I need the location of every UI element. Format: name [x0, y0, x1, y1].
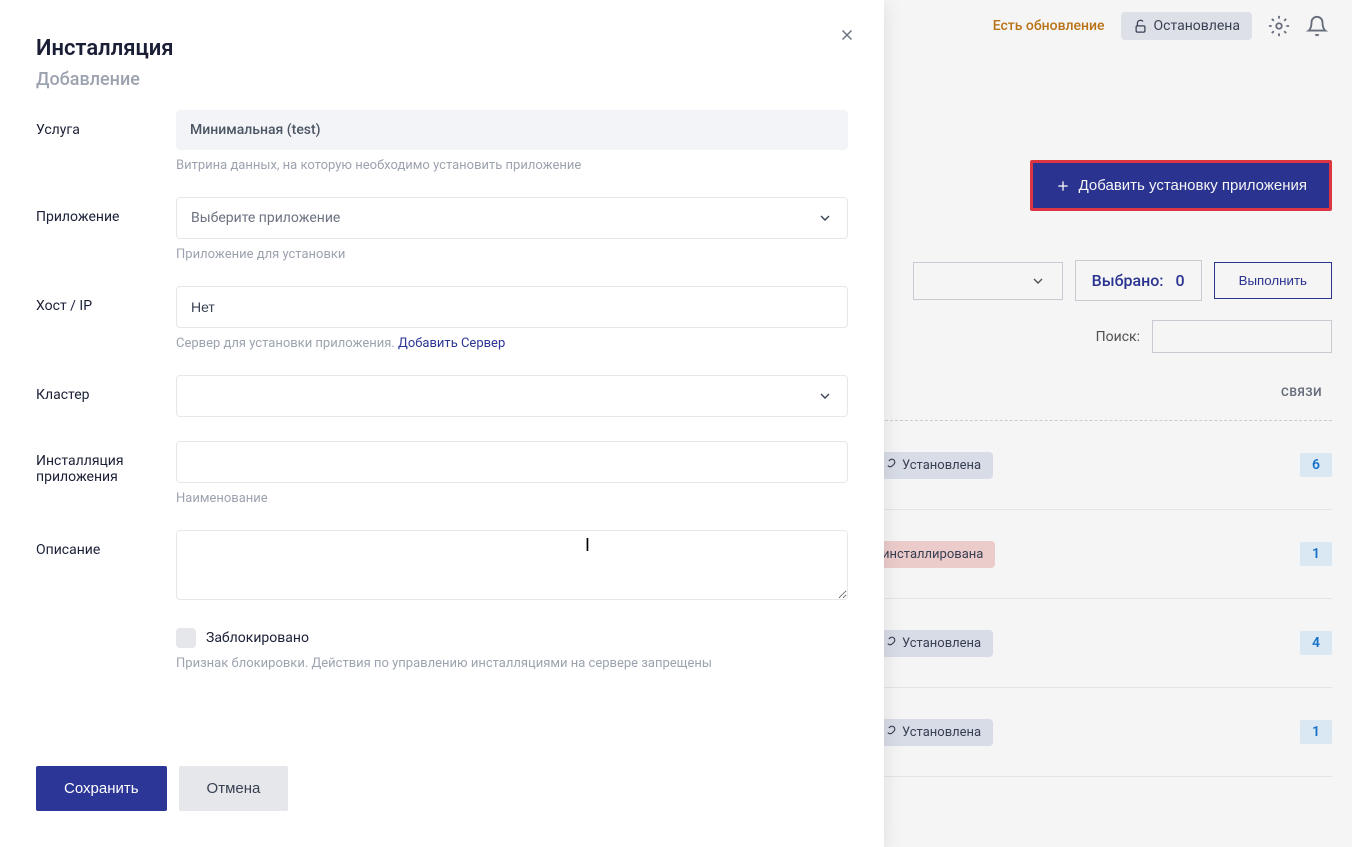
close-icon	[838, 26, 856, 44]
description-textarea[interactable]	[176, 530, 848, 600]
host-input[interactable]	[176, 286, 848, 328]
cancel-button[interactable]: Отмена	[179, 766, 289, 811]
form-row-application: Приложение Выберите приложение Приложени…	[36, 197, 848, 262]
application-placeholder: Выберите приложение	[191, 210, 340, 226]
form-row-service: Услуга Минимальная (test) Витрина данных…	[36, 110, 848, 173]
host-hint: Сервер для установки приложения. Добавит…	[176, 336, 848, 351]
service-label: Услуга	[36, 110, 176, 173]
form-row-cluster: Кластер	[36, 375, 848, 417]
installation-label: Инсталляция приложения	[36, 441, 176, 506]
application-hint: Приложение для установки	[176, 247, 848, 262]
form-row-blocked: Заблокировано Признак блокировки. Действ…	[36, 628, 848, 671]
chevron-down-icon	[817, 210, 833, 226]
installation-field: Наименование	[176, 441, 848, 506]
close-button[interactable]	[838, 24, 856, 50]
form-row-description: Описание	[36, 530, 848, 604]
blocked-field: Заблокировано Признак блокировки. Действ…	[176, 628, 848, 671]
description-field	[176, 530, 848, 604]
blocked-label: Заблокировано	[206, 630, 309, 646]
installation-modal: Инсталляция Добавление Услуга Минимальна…	[0, 0, 884, 847]
installation-hint: Наименование	[176, 491, 848, 506]
application-field: Выберите приложение Приложение для устан…	[176, 197, 848, 262]
add-server-link[interactable]: Добавить Сервер	[398, 336, 505, 351]
cluster-field	[176, 375, 848, 417]
application-label: Приложение	[36, 197, 176, 262]
blocked-checkbox-row: Заблокировано	[176, 628, 848, 648]
installation-input[interactable]	[176, 441, 848, 483]
blocked-checkbox[interactable]	[176, 628, 196, 648]
modal-body: Услуга Минимальная (test) Витрина данных…	[0, 110, 884, 742]
modal-header: Инсталляция Добавление	[0, 0, 884, 110]
description-label: Описание	[36, 530, 176, 604]
save-button[interactable]: Сохранить	[36, 766, 167, 811]
blocked-hint: Признак блокировки. Действия по управлен…	[176, 656, 848, 671]
modal-title: Инсталляция	[36, 36, 848, 61]
cluster-select[interactable]	[176, 375, 848, 417]
form-row-installation: Инсталляция приложения Наименование	[36, 441, 848, 506]
modal-footer: Сохранить Отмена	[0, 742, 884, 847]
host-label: Хост / IP	[36, 286, 176, 351]
chevron-down-icon	[817, 388, 833, 404]
service-value: Минимальная (test)	[176, 110, 848, 150]
form-row-host: Хост / IP Сервер для установки приложени…	[36, 286, 848, 351]
cluster-label: Кластер	[36, 375, 176, 417]
application-select[interactable]: Выберите приложение	[176, 197, 848, 239]
modal-subtitle: Добавление	[36, 69, 848, 90]
host-field: Сервер для установки приложения. Добавит…	[176, 286, 848, 351]
service-field: Минимальная (test) Витрина данных, на ко…	[176, 110, 848, 173]
service-hint: Витрина данных, на которую необходимо ус…	[176, 158, 848, 173]
